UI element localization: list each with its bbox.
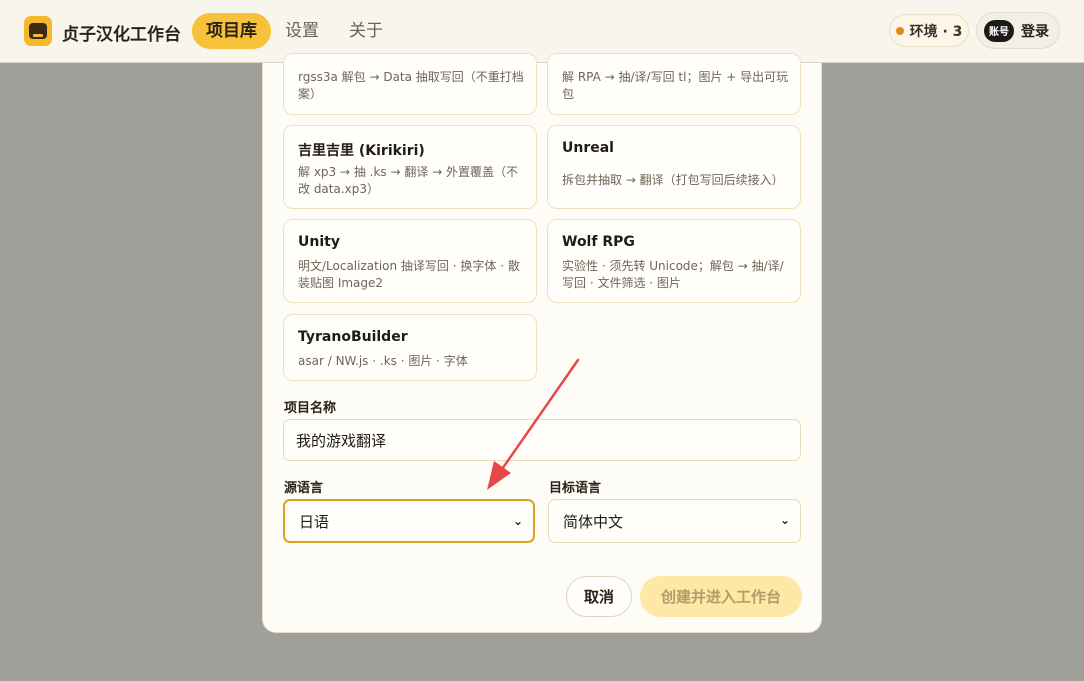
create-project-button[interactable]: 创建并进入工作台 — [640, 576, 802, 617]
status-dot-icon — [895, 26, 904, 35]
chevron-down-icon: ⌄ — [512, 514, 523, 528]
project-name-input[interactable] — [283, 419, 801, 461]
nav-tab-about[interactable]: 关于 — [335, 13, 397, 49]
nav-tab-settings[interactable]: 设置 — [271, 13, 333, 49]
account-avatar: 账号 — [984, 19, 1014, 42]
environment-label: 环境 · 3 — [909, 23, 963, 40]
engine-card-unreal[interactable]: Unreal 拆包并抽取 → 翻译（打包写回后续接入） — [547, 125, 801, 209]
engine-card-title: Unity — [298, 234, 340, 250]
engine-card-title: 吉里吉里 (Kirikiri) — [298, 143, 425, 159]
login-label: 登录 — [1021, 23, 1049, 40]
nav-tab-projects[interactable]: 项目库 — [192, 13, 271, 49]
engine-card-desc: asar / NW.js · .ks · 图片 · 字体 — [298, 354, 468, 368]
engine-card-title: Unreal — [562, 140, 614, 156]
engine-card-desc: 明文/Localization 抽译写回 · 换字体 · 散装贴图 Image2 — [298, 259, 520, 290]
project-name-label: 项目名称 — [284, 401, 337, 416]
engine-card-rpgmaker[interactable]: rgss3a 解包 → Data 抽取写回（不重打档案） — [283, 53, 537, 115]
engine-card-desc: 解 RPA → 抽/译/写回 tl；图片 + 导出可玩包 — [562, 70, 789, 101]
engine-card-title: TyranoBuilder — [298, 329, 408, 345]
engine-card-title: Wolf RPG — [562, 234, 635, 250]
top-bar: 贞子汉化工作台 项目库 设置 关于 环境 · 3 账号 登录 — [0, 0, 1084, 63]
environment-badge[interactable]: 环境 · 3 — [889, 14, 969, 47]
target-language-label: 目标语言 — [549, 481, 602, 496]
cancel-button[interactable]: 取消 — [566, 576, 632, 617]
new-project-dialog: rgss3a 解包 → Data 抽取写回（不重打档案） 解 RPA → 抽/译… — [262, 53, 822, 633]
engine-card-desc: 实验性 · 须先转 Unicode；解包 → 抽/译/写回 · 文件筛选 · 图… — [562, 259, 784, 290]
engine-card-renpy[interactable]: 解 RPA → 抽/译/写回 tl；图片 + 导出可玩包 — [547, 53, 801, 115]
engine-card-tyranobuilder[interactable]: TyranoBuilder asar / NW.js · .ks · 图片 · … — [283, 314, 537, 381]
source-language-select[interactable]: 日语 ⌄ — [283, 499, 535, 543]
engine-card-unity[interactable]: Unity 明文/Localization 抽译写回 · 换字体 · 散装贴图 … — [283, 219, 537, 303]
engine-card-desc: rgss3a 解包 → Data 抽取写回（不重打档案） — [298, 70, 524, 101]
app-logo-icon — [24, 16, 52, 46]
engine-card-kirikiri[interactable]: 吉里吉里 (Kirikiri) 解 xp3 → 抽 .ks → 翻译 → 外置覆… — [283, 125, 537, 209]
login-button[interactable]: 账号 登录 — [976, 12, 1060, 49]
app-title: 贞子汉化工作台 — [62, 25, 181, 45]
chevron-down-icon: ⌄ — [779, 513, 790, 527]
engine-card-desc: 解 xp3 → 抽 .ks → 翻译 → 外置覆盖（不改 data.xp3） — [298, 165, 519, 196]
engine-card-desc: 拆包并抽取 → 翻译（打包写回后续接入） — [562, 173, 784, 187]
target-language-select[interactable]: 简体中文 ⌄ — [548, 499, 801, 543]
engine-card-wolfrpg[interactable]: Wolf RPG 实验性 · 须先转 Unicode；解包 → 抽/译/写回 ·… — [547, 219, 801, 303]
target-language-value: 简体中文 — [563, 512, 624, 531]
source-language-value: 日语 — [299, 512, 330, 531]
source-language-label: 源语言 — [284, 481, 324, 496]
